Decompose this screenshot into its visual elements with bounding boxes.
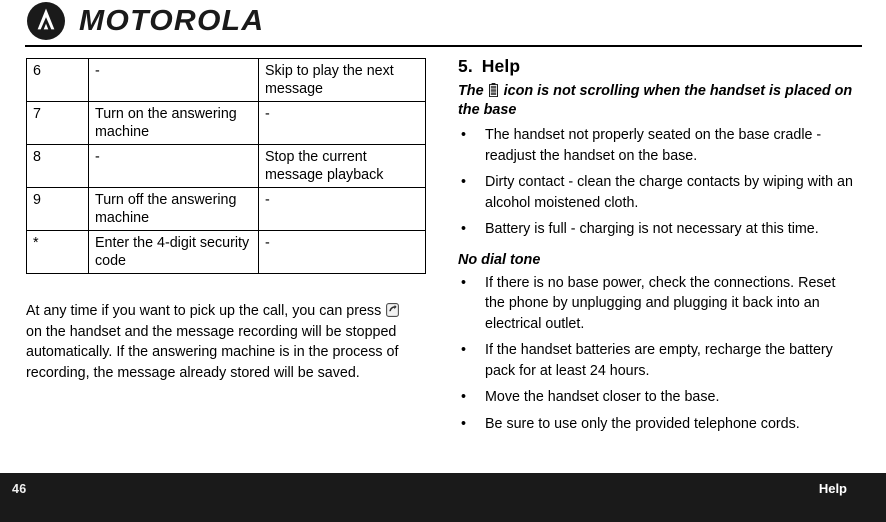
list-item: • Be sure to use only the provided telep… [458,414,858,435]
list-item: • If there is no base power, check the c… [458,273,858,335]
table-cell-key: * [26,230,89,274]
left-column: 6 - Skip to play the next message 7 Turn… [26,58,426,383]
list-item: • If the handset batteries are empty, re… [458,340,858,381]
motorola-batwing-logo-icon [27,2,65,40]
bullet-glyph: • [461,221,467,237]
table-cell-handset: Skip to play the next message [258,58,426,102]
table-cell-handset: - [258,187,426,231]
page-title-text: Help [481,56,521,76]
list-item-text: Move the handset closer to the base. [485,389,720,405]
closing-paragraph: At any time if you want to pick up the c… [26,301,416,383]
table-cell-base: Turn off the answering machine [88,187,259,231]
battery-bullet-list: • The handset not properly seated on the… [458,125,858,240]
brand-logo: MOTOROLA [27,2,263,40]
table-cell-handset: - [258,230,426,274]
talk-key-icon [386,303,400,317]
table-cell-handset: Stop the current message playback [258,144,426,188]
battery-subheading: The icon is not scrolling when the hands… [458,82,858,120]
subheading-text-before-icon: The [458,83,484,99]
brand-wordmark: MOTOROLA [79,4,265,37]
table-cell-key: 9 [26,187,89,231]
header-divider [25,45,862,47]
list-item-text: The handset not properly seated on the b… [485,127,822,164]
table-cell-key: 7 [26,101,89,145]
list-item: • Battery is full - charging is not nece… [458,219,858,240]
page-footer: 46 Help [0,473,886,522]
table-row: 8 - Stop the current message playback [26,144,426,188]
table-cell-key: 6 [26,58,89,102]
footer-section-label: Help [818,481,847,496]
bullet-glyph: • [461,342,467,358]
table-row: 7 Turn on the answering machine - [26,101,426,145]
list-item: • The handset not properly seated on the… [458,125,858,166]
table-cell-base: Enter the 4-digit security code [88,230,259,274]
right-column: 5. Help The icon is not scrolling when th… [458,56,858,434]
list-item-text: Dirty contact - clean the charge contact… [485,174,853,211]
page-header: MOTOROLA [0,0,886,47]
paragraph-text-after-icon: on the handset and the message recording… [26,323,399,381]
key-function-table: 6 - Skip to play the next message 7 Turn… [26,58,426,274]
bullet-glyph: • [461,174,467,190]
list-item-text: Be sure to use only the provided telepho… [485,415,800,432]
bullet-glyph: • [461,415,467,432]
no-dial-tone-heading: No dial tone [458,251,541,268]
list-item: • Dirty contact - clean the charge conta… [458,172,858,213]
subheading-text-after-icon: icon is not scrolling when the handset i… [458,83,853,118]
table-cell-base: - [88,58,259,102]
bullet-glyph: • [461,389,467,405]
list-item-text: Battery is full - charging is not necess… [485,221,819,237]
table-cell-base: - [88,144,259,188]
bullet-glyph: • [461,274,467,291]
table-cell-base: Turn on the answering machine [88,101,259,145]
no-dial-tone-bullet-list: • If there is no base power, check the c… [458,273,858,435]
battery-icon [488,83,498,97]
list-item-text: If the handset batteries are empty, rech… [485,342,833,379]
list-item-text: If there is no base power, check the con… [485,274,836,332]
table-row: 9 Turn off the answering machine - [26,187,426,231]
page-title-number: 5. [458,56,473,76]
footer-page-number: 46 [12,482,27,496]
bullet-glyph: • [461,127,467,143]
paragraph-text-before-icon: At any time if you want to pick up the c… [26,303,382,319]
table-cell-key: 8 [26,144,89,188]
page-title: 5. Help [458,56,858,77]
list-item: • Move the handset closer to the base. [458,387,858,408]
table-cell-handset: - [258,101,426,145]
table-row: 6 - Skip to play the next message [26,58,426,102]
table-row: * Enter the 4-digit security code - [26,230,426,274]
